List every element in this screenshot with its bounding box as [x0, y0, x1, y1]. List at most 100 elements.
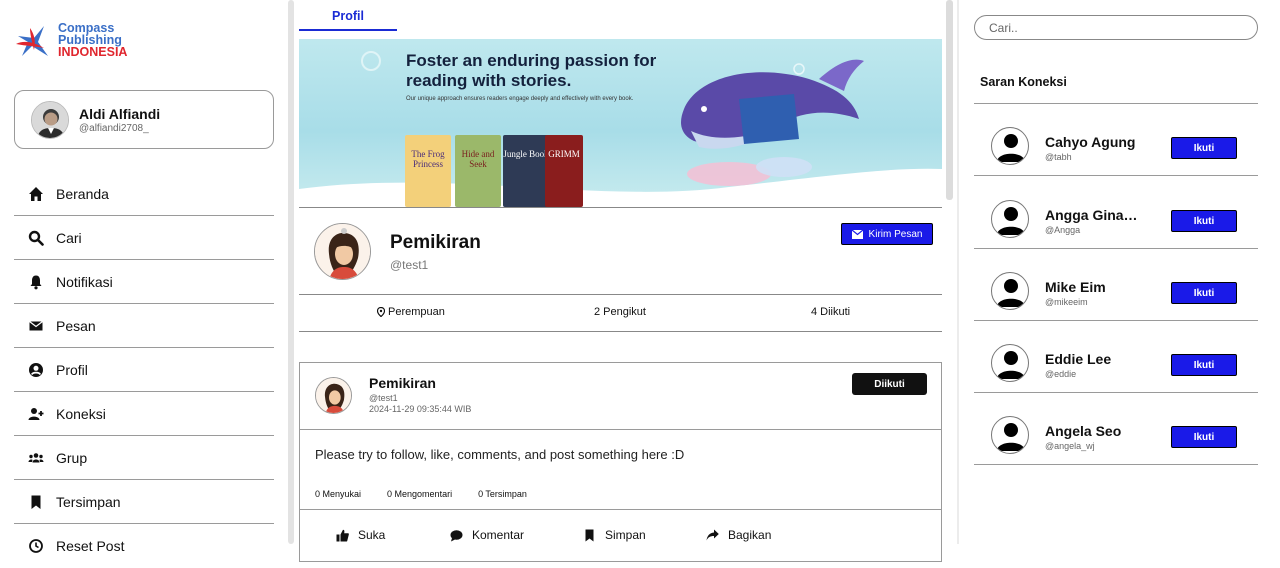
following-stat[interactable]: 4 Diikuti [811, 306, 850, 318]
follow-button[interactable]: Ikuti [1171, 137, 1237, 159]
nav-item-koneksi[interactable]: Koneksi [14, 392, 274, 436]
nav-label: Koneksi [56, 405, 106, 422]
suggestion-item: Cahyo Agung @tabh Ikuti [974, 104, 1258, 176]
comment-label: Komentar [472, 528, 525, 542]
thumbs-up-icon [336, 529, 349, 541]
follow-button[interactable]: Ikuti [1171, 282, 1237, 304]
nav-item-cari[interactable]: Cari [14, 216, 274, 260]
book-cover: GRIMM [545, 135, 583, 207]
send-message-button[interactable]: Kirim Pesan [841, 223, 933, 245]
profile-name: Pemikiran [390, 232, 481, 253]
book-cover: Jungle Book [503, 135, 549, 207]
center-scrollbar[interactable] [946, 0, 953, 200]
envelope-icon [851, 229, 863, 239]
profile-main: Profil Foster an enduring passion for re… [299, 0, 943, 562]
nav-label: Tersimpan [56, 493, 121, 510]
gender-stat: Perempuan [377, 306, 445, 318]
column-divider [957, 0, 959, 544]
suggestion-name[interactable]: Eddie Lee [1045, 351, 1145, 367]
suggestion-name[interactable]: Angga Gina… [1045, 207, 1145, 223]
user-avatar-icon[interactable] [991, 127, 1029, 165]
post-author-avatar[interactable] [315, 377, 352, 414]
left-sidebar: Compass Publishing INDONESIA Aldi Alfian… [0, 0, 288, 554]
save-button[interactable]: Simpan [583, 528, 646, 542]
follow-button[interactable]: Ikuti [1171, 426, 1237, 448]
suggestion-handle: @mikeeim [1045, 297, 1088, 307]
post-timestamp: 2024-11-29 09:35:44 WIB [369, 404, 472, 414]
profile-avatar [314, 223, 371, 280]
follow-button[interactable]: Ikuti [1171, 354, 1237, 376]
share-button[interactable]: Bagikan [706, 528, 771, 542]
book-title: Hide and Seek [461, 149, 495, 169]
following-button[interactable]: Diikuti [852, 373, 927, 395]
brand-name: Compass Publishing INDONESIA [58, 22, 127, 59]
post-card: Pemikiran @test1 2024-11-29 09:35:44 WIB… [299, 362, 942, 562]
envelope-icon [29, 320, 43, 330]
profile-stats: Perempuan 2 Pengikut 4 Diikuti [299, 296, 942, 332]
nav-label: Grup [56, 449, 88, 466]
current-user-card[interactable]: Aldi Alfiandi @alfiandi2708_ [14, 90, 274, 149]
user-avatar-icon[interactable] [991, 272, 1029, 310]
book-cover: The Frog Princess [405, 135, 451, 207]
followers-stat[interactable]: 2 Pengikut [594, 306, 646, 318]
profile-banner: Foster an enduring passion for reading w… [299, 39, 942, 207]
comment-count[interactable]: 0 Mengomentari [387, 489, 452, 499]
user-avatar-icon[interactable] [991, 416, 1029, 454]
save-count[interactable]: 0 Tersimpan [478, 489, 527, 499]
reset-icon [29, 539, 43, 553]
nav-label: Profil [56, 361, 88, 378]
post-author-handle: @test1 [369, 393, 398, 403]
user-avatar-icon[interactable] [991, 200, 1029, 238]
suggestion-item: Mike Eim @mikeeim Ikuti [974, 249, 1258, 321]
post-body: Please try to follow, like, comments, an… [315, 447, 685, 462]
bell-icon [30, 275, 42, 289]
tab-profil[interactable]: Profil [299, 0, 397, 31]
compass-logo-icon [14, 22, 52, 60]
home-icon [29, 186, 43, 201]
users-icon [28, 452, 44, 462]
save-label: Simpan [605, 528, 646, 542]
left-scrollbar[interactable] [288, 0, 294, 544]
profile-handle: @test1 [390, 258, 429, 272]
nav-item-grup[interactable]: Grup [14, 436, 274, 480]
comment-button[interactable]: Komentar [450, 528, 524, 542]
nav-item-beranda[interactable]: Beranda [14, 172, 274, 216]
suggestion-handle: @tabh [1045, 152, 1072, 162]
book-title: GRIMM [548, 149, 580, 159]
share-label: Bagikan [728, 528, 772, 542]
nav-label: Cari [56, 229, 82, 246]
follow-button[interactable]: Ikuti [1171, 210, 1237, 232]
profile-header: Pemikiran @test1 Kirim Pesan [299, 207, 942, 295]
brand-logo[interactable]: Compass Publishing INDONESIA [14, 22, 127, 60]
post-author-name[interactable]: Pemikiran [369, 375, 436, 391]
suggestion-handle: @eddie [1045, 369, 1077, 379]
send-message-label: Kirim Pesan [868, 228, 923, 240]
right-sidebar: Saran Koneksi Cahyo Agung @tabh Ikuti An… [974, 0, 1258, 544]
like-button[interactable]: Suka [336, 528, 385, 542]
like-label: Suka [358, 528, 386, 542]
nav-item-tersimpan[interactable]: Tersimpan [14, 480, 274, 524]
suggestion-item: Eddie Lee @eddie Ikuti [974, 321, 1258, 393]
nav-item-reset-post[interactable]: Reset Post [14, 524, 274, 568]
suggestion-item: Angga Gina… @Angga Ikuti [974, 177, 1258, 249]
nav-item-notifikasi[interactable]: Notifikasi [14, 260, 274, 304]
nav-item-pesan[interactable]: Pesan [14, 304, 274, 348]
nav-item-profil[interactable]: Profil [14, 348, 274, 392]
search-input[interactable] [974, 15, 1258, 40]
post-actions: Suka Komentar Simpan Bagikan [300, 509, 941, 563]
suggestion-name[interactable]: Cahyo Agung [1045, 134, 1145, 150]
user-avatar-icon[interactable] [991, 344, 1029, 382]
like-count[interactable]: 0 Menyukai [315, 489, 361, 499]
banner-title: Foster an enduring passion for reading w… [406, 51, 657, 90]
suggestion-name[interactable]: Mike Eim [1045, 279, 1145, 295]
suggestion-handle: @angela_wj [1045, 441, 1095, 451]
suggestion-name[interactable]: Angela Seo [1045, 423, 1145, 439]
suggestion-item: Angela Seo @angela_wj Ikuti [974, 393, 1258, 465]
search-icon [28, 230, 44, 246]
nav-label: Notifikasi [56, 273, 113, 290]
user-plus-icon [28, 407, 44, 420]
share-icon [706, 529, 719, 540]
gender-label: Perempuan [388, 306, 445, 318]
avatar [31, 100, 69, 139]
main-nav: Beranda Cari Notifikasi Pesan Profil Kon… [14, 172, 274, 568]
